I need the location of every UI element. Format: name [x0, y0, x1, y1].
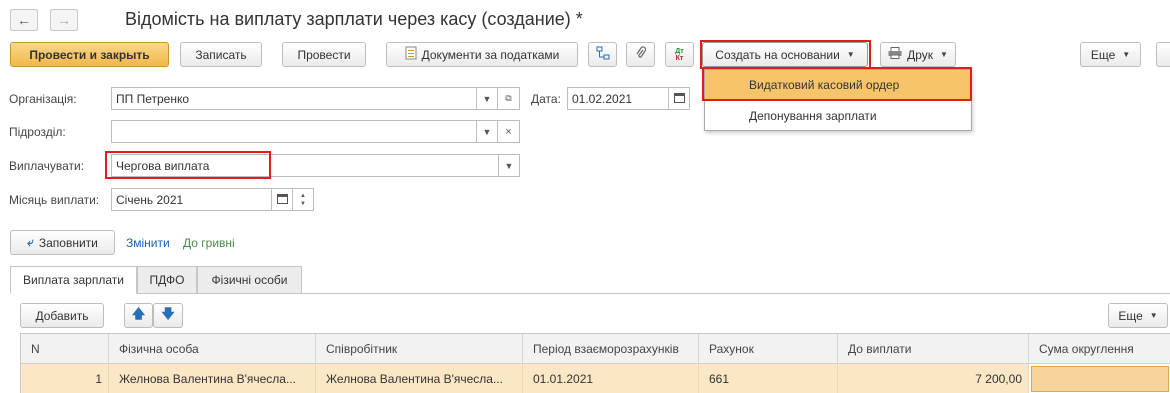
column-header-n[interactable]: N	[21, 334, 109, 364]
hierarchy-icon	[596, 46, 610, 63]
more-button[interactable]: Еще ▼	[1080, 42, 1141, 67]
create-based-on-button[interactable]: Создать на основании ▼	[702, 42, 868, 67]
change-link[interactable]: Змінити	[126, 236, 170, 250]
fill-arrow-icon: ⤶	[27, 235, 34, 249]
calendar-icon	[276, 193, 288, 206]
payments-table: N Фізична особа Співробітник Період взає…	[20, 333, 1170, 393]
table-cell-rounding[interactable]	[1031, 366, 1169, 392]
fill-button[interactable]: ⤶ Заповнити	[10, 230, 115, 255]
page-title: Відомість на виплату зарплати через касу…	[125, 9, 583, 29]
table-more-button[interactable]: Еще ▼	[1108, 303, 1168, 328]
department-clear-button[interactable]: ×	[497, 120, 520, 143]
chevron-down-icon: ▼	[846, 50, 855, 59]
attach-button[interactable]	[626, 42, 655, 67]
close-icon: ×	[505, 125, 512, 138]
organization-dropdown-button[interactable]: ▼	[476, 87, 498, 110]
organization-field[interactable]: ПП Петренко	[111, 87, 477, 110]
arrow-down-icon: 🡇	[161, 305, 175, 321]
organization-label: Організація:	[9, 92, 77, 106]
paperclip-icon	[635, 46, 647, 63]
date-label: Дата:	[531, 92, 561, 106]
help-button[interactable]	[1156, 42, 1170, 67]
pay-field[interactable]: Чергова виплата	[111, 154, 499, 177]
department-label: Підрозділ:	[9, 125, 66, 139]
tax-documents-label: Документи за податками	[421, 47, 560, 62]
month-calendar-button[interactable]	[271, 188, 293, 211]
forward-button[interactable]: →	[50, 9, 78, 31]
printer-icon	[888, 47, 902, 62]
month-field[interactable]: Січень 2021	[111, 188, 272, 211]
date-field[interactable]: 01.02.2021	[567, 87, 669, 110]
arrow-left-icon: ←	[17, 12, 31, 28]
column-header-individual[interactable]: Фізична особа	[109, 334, 316, 364]
tab-pdfo[interactable]: ПДФО	[137, 266, 197, 294]
print-label: Друк	[907, 47, 933, 62]
organization-open-button[interactable]: ⧉	[497, 87, 520, 110]
table-cell-individual[interactable]: Желнова Валентина В'ячесла...	[109, 364, 316, 393]
tab-individuals[interactable]: Фізичні особи	[197, 266, 302, 294]
pay-label: Виплачувати:	[9, 159, 85, 173]
tax-documents-button[interactable]: Документи за податками	[386, 42, 578, 67]
post-and-close-button[interactable]: Провести и закрыть	[10, 42, 169, 67]
table-cell-n[interactable]: 1	[21, 364, 109, 393]
chevron-down-icon: ▼	[940, 50, 948, 59]
spin-down-icon[interactable]: ▼	[300, 200, 306, 208]
structure-button[interactable]	[588, 42, 617, 67]
debit-credit-button[interactable]: Дт Кт	[665, 42, 694, 67]
column-header-rounding[interactable]: Сума округлення	[1029, 334, 1170, 364]
chevron-down-icon: ▼	[504, 160, 514, 171]
month-label: Місяць виплати:	[9, 193, 100, 207]
spin-up-icon[interactable]: ▲	[300, 192, 306, 200]
tab-salary-payment[interactable]: Виплата зарплати	[10, 266, 137, 294]
department-field[interactable]	[111, 120, 477, 143]
add-button[interactable]: Добавить	[20, 303, 104, 328]
column-header-to-pay[interactable]: До виплати	[838, 334, 1029, 364]
create-based-on-label: Создать на основании	[715, 47, 840, 62]
post-button[interactable]: Провести	[282, 42, 366, 67]
chevron-down-icon: ▼	[1149, 311, 1158, 320]
fill-label: Заповнити	[38, 235, 98, 250]
date-calendar-button[interactable]	[668, 87, 690, 110]
menu-item-deposit-salary[interactable]: Депонування зарплати	[705, 101, 971, 131]
table-cell-account[interactable]: 661	[699, 364, 838, 393]
to-hryvnia-link[interactable]: До гривні	[183, 236, 235, 250]
document-icon	[405, 46, 417, 63]
table-more-label: Еще	[1118, 308, 1143, 323]
calendar-icon	[673, 92, 685, 105]
save-button[interactable]: Записать	[180, 42, 262, 67]
month-spinner[interactable]: ▲ ▼	[292, 188, 314, 211]
debit-credit-icon: Дт Кт	[675, 47, 684, 62]
table-cell-to-pay[interactable]: 7 200,00	[838, 364, 1029, 393]
chevron-down-icon: ▼	[482, 93, 492, 104]
move-up-button[interactable]: 🡅	[124, 303, 153, 328]
pay-dropdown-button[interactable]: ▼	[498, 154, 520, 177]
more-label: Еще	[1090, 47, 1116, 62]
table-cell-employee[interactable]: Желнова Валентина В'ячесла...	[316, 364, 523, 393]
column-header-account[interactable]: Рахунок	[699, 334, 838, 364]
chevron-down-icon: ▼	[482, 126, 492, 137]
chevron-down-icon: ▼	[1122, 50, 1131, 59]
arrow-up-icon: 🡅	[131, 305, 146, 321]
department-dropdown-button[interactable]: ▼	[476, 120, 498, 143]
arrow-right-icon: →	[57, 12, 71, 28]
menu-item-cash-order[interactable]: Видатковий касовий ордер	[705, 70, 971, 100]
open-icon: ⧉	[505, 93, 512, 103]
column-header-employee[interactable]: Співробітник	[316, 334, 523, 364]
back-button[interactable]: ←	[10, 9, 38, 31]
column-header-period[interactable]: Період взаєморозрахунків	[523, 334, 699, 364]
move-down-button[interactable]: 🡇	[153, 303, 183, 328]
print-button[interactable]: Друк ▼	[880, 42, 956, 67]
create-based-on-menu: Видатковий касовий ордер Депонування зар…	[704, 69, 972, 131]
table-cell-period[interactable]: 01.01.2021	[523, 364, 699, 393]
